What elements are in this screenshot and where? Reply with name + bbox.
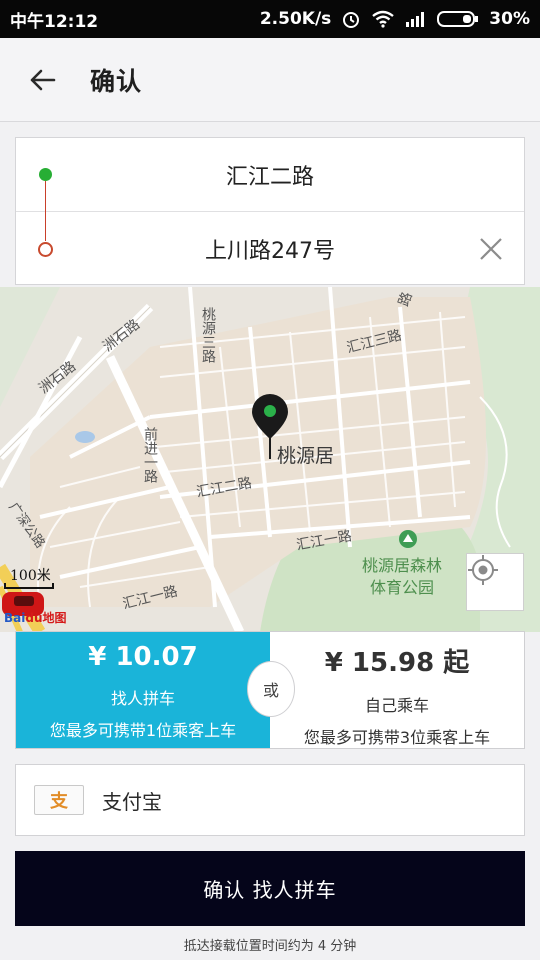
scale-bar	[4, 583, 54, 589]
scale-label: 100米	[10, 568, 51, 584]
solo-note: 您最多可携带3位乘客上车	[303, 728, 491, 747]
road-label-qianjin-1: 前进一路	[142, 427, 158, 483]
locate-button[interactable]	[466, 553, 524, 611]
status-right: 2.50K/s 30%	[260, 9, 530, 29]
confirm-carpool-button[interactable]: 确认 找人拼车	[15, 851, 525, 926]
page-title: 确认	[90, 66, 143, 96]
battery-percent: 30%	[489, 9, 530, 29]
carpool-note: 您最多可携带1位乘客上车	[49, 721, 237, 740]
wifi-icon	[372, 10, 395, 28]
app-bar: 确认	[0, 38, 540, 122]
back-arrow-icon	[30, 69, 56, 90]
route-card: 汇江二路 上川路247号	[15, 137, 525, 285]
baidu-logo-text2: du地图	[25, 611, 67, 625]
map-view[interactable]: 洲石路 洲石路 桃源三路 汇江三路 前进一路 汇江二路 汇江一路 汇江一路 广深…	[0, 287, 540, 632]
payment-method[interactable]: 支 支付宝	[15, 764, 525, 836]
baidu-logo: Baidu地图	[4, 609, 67, 626]
alipay-icon: 支	[34, 785, 84, 815]
carpool-price: ¥ 10.07	[88, 642, 198, 672]
solo-price: ¥ 15.98 起	[324, 648, 470, 678]
back-button[interactable]	[0, 38, 84, 122]
locate-icon	[468, 555, 498, 585]
park-label-line1: 桃源居森林	[362, 556, 443, 575]
clear-icon[interactable]	[476, 234, 506, 264]
pin-label: 桃源居	[277, 445, 335, 467]
carpool-name: 找人拼车	[110, 689, 175, 708]
park-label: 桃源居森林 体育公园	[362, 555, 442, 599]
status-bar: 中午12:12 2.50K/s 30%	[0, 0, 540, 38]
payment-label: 支付宝	[102, 789, 162, 814]
origin-field[interactable]: 汇江二路	[16, 138, 524, 212]
network-speed: 2.50K/s	[259, 9, 332, 29]
status-time: 中午12:12	[10, 11, 99, 32]
signal-icon	[406, 12, 425, 27]
solo-name: 自己乘车	[364, 696, 429, 715]
road-label-taoyuan-3: 桃源三路	[200, 307, 216, 363]
or-badge: 或	[247, 661, 295, 717]
destination-text: 上川路247号	[205, 238, 335, 264]
destination-dot-icon	[38, 242, 53, 257]
baidu-logo-text: Bai	[4, 611, 26, 625]
carpool-option[interactable]: ¥ 10.07 找人拼车 您最多可携带1位乘客上车	[16, 632, 270, 748]
battery-icon	[437, 11, 479, 27]
route-connector	[45, 181, 46, 241]
park-label-line2: 体育公园	[370, 578, 435, 597]
eta-text: 抵达接载位置时间约为 4 分钟	[183, 939, 357, 954]
solo-option[interactable]: ¥ 15.98 起 自己乘车 您最多可携带3位乘客上车	[270, 632, 524, 748]
origin-dot-icon	[39, 168, 52, 181]
ride-options: ¥ 10.07 找人拼车 您最多可携带1位乘客上车 ¥ 15.98 起 自己乘车…	[15, 631, 525, 749]
map-background	[0, 287, 540, 632]
alarm-icon	[343, 12, 360, 28]
origin-text: 汇江二路	[225, 164, 314, 190]
destination-field[interactable]: 上川路247号	[16, 212, 524, 285]
